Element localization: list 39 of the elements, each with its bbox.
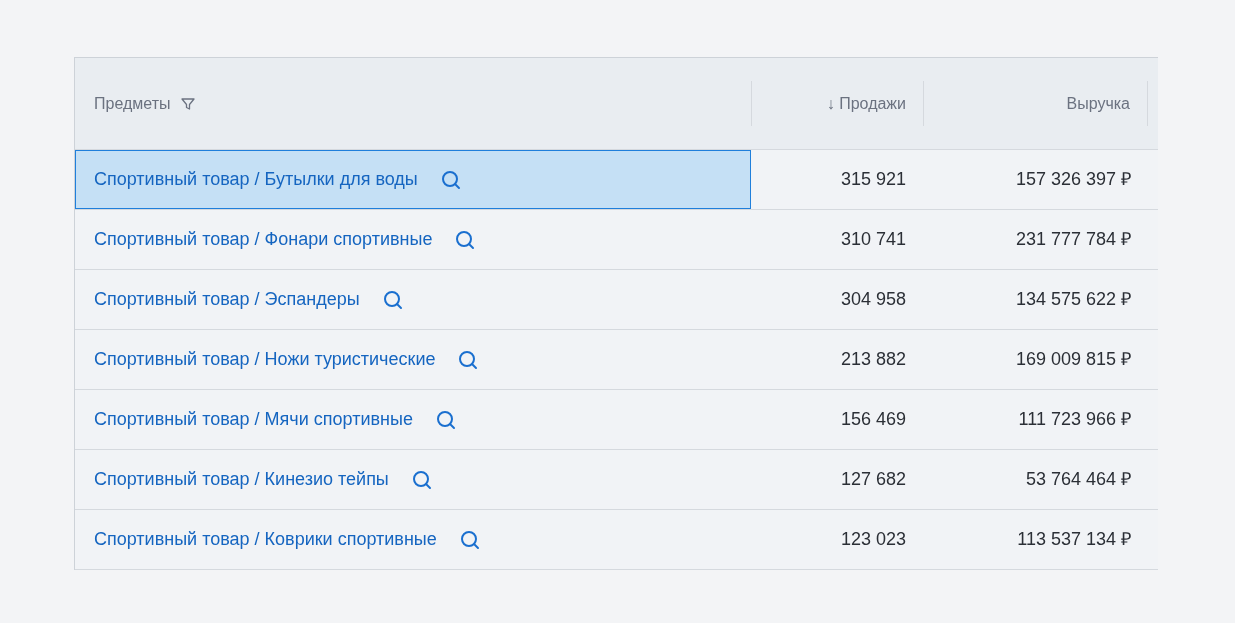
search-icon[interactable] xyxy=(439,168,462,191)
column-header[interactable]: ↓ Продажи xyxy=(826,91,906,116)
item-link[interactable]: Спортивный товар / Коврики спортивные xyxy=(94,526,437,553)
revenue-value: 111 723 966 ₽ xyxy=(1018,408,1131,431)
sales-value: 213 882 xyxy=(840,348,906,371)
item-link[interactable]: Спортивный товар / Бутылки для воды xyxy=(94,166,418,193)
search-icon[interactable] xyxy=(458,528,481,551)
search-icon[interactable] xyxy=(434,408,457,431)
column-header[interactable]: Предметы xyxy=(94,91,171,116)
item-link[interactable]: Спортивный товар / Фонари спортивные xyxy=(94,226,433,253)
revenue-value: 157 326 397 ₽ xyxy=(1015,168,1131,191)
revenue-value: 53 764 464 ₽ xyxy=(1025,468,1131,491)
item-link[interactable]: Спортивный товар / Кинезио тейпы xyxy=(94,466,389,493)
revenue-value: 169 009 815 ₽ xyxy=(1015,348,1131,371)
item-link[interactable]: Спортивный товар / Эспандеры xyxy=(94,286,360,313)
table-cell[interactable]: Спортивный товар / Эспандеры xyxy=(75,270,751,329)
column-header[interactable]: Выручка xyxy=(1066,91,1130,116)
table-cell[interactable]: Спортивный товар / Фонари спортивные xyxy=(75,210,751,269)
search-icon[interactable] xyxy=(410,468,433,491)
revenue-value: 113 537 134 ₽ xyxy=(1017,528,1131,551)
table-cell[interactable]: Спортивный товар / Бутылки для воды xyxy=(75,150,751,209)
search-icon[interactable] xyxy=(457,348,480,371)
search-icon[interactable] xyxy=(454,228,477,251)
sales-value: 127 682 xyxy=(840,468,906,491)
sales-value: 156 469 xyxy=(840,408,906,431)
table-cell[interactable]: Спортивный товар / Мячи спортивные xyxy=(75,390,751,449)
table-cell[interactable]: Спортивный товар / Кинезио тейпы xyxy=(75,450,751,509)
table-cell[interactable]: Спортивный товар / Ножи туристические xyxy=(75,330,751,389)
search-icon[interactable] xyxy=(381,288,404,311)
table-cell[interactable]: Спортивный товар / Коврики спортивные xyxy=(75,510,751,569)
sales-value: 315 921 xyxy=(840,168,906,191)
sales-value: 304 958 xyxy=(840,288,906,311)
item-link[interactable]: Спортивный товар / Мячи спортивные xyxy=(94,406,413,433)
item-link[interactable]: Спортивный товар / Ножи туристические xyxy=(94,346,436,373)
filter-icon[interactable] xyxy=(180,95,197,112)
revenue-value: 134 575 622 ₽ xyxy=(1015,288,1131,311)
sales-value: 123 023 xyxy=(840,528,906,551)
sales-value: 310 741 xyxy=(840,228,906,251)
revenue-value: 231 777 784 ₽ xyxy=(1015,228,1131,251)
